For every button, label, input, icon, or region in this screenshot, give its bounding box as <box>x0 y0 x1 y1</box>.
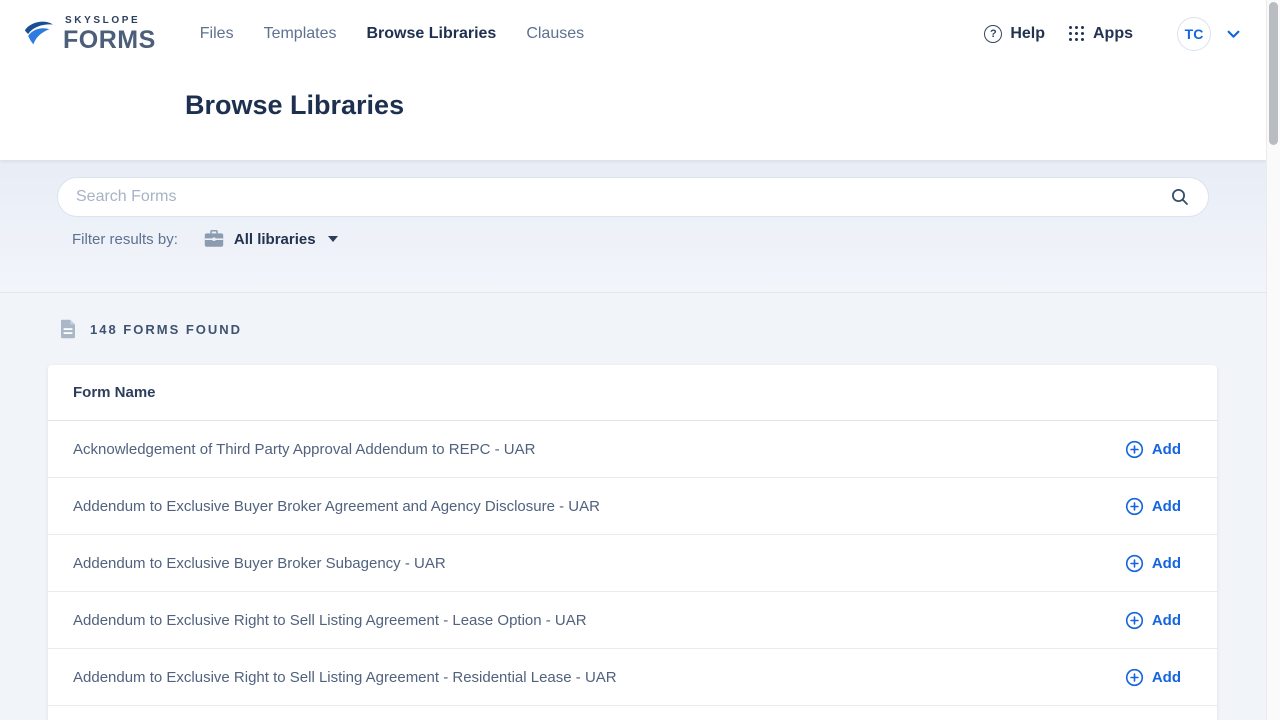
form-name: Addendum to Exclusive Buyer Broker Subag… <box>73 555 446 572</box>
results-area: 148 FORMS FOUND Form Name Acknowledgemen… <box>0 292 1266 720</box>
add-form-button[interactable]: Add <box>1125 440 1181 459</box>
form-name: Acknowledgement of Third Party Approval … <box>73 441 535 458</box>
header-actions: ? Help Apps TC <box>984 17 1240 51</box>
add-button-label: Add <box>1152 441 1181 458</box>
logo-forms-text: FORMS <box>63 28 156 53</box>
filter-row: Filter results by: All libraries <box>72 227 338 251</box>
nav-item-clauses[interactable]: Clauses <box>526 25 584 43</box>
column-header-form-name: Form Name <box>73 384 156 401</box>
app-header: SKYSLOPE FORMS Files Templates Browse Li… <box>0 0 1266 160</box>
add-button-label: Add <box>1152 669 1181 686</box>
results-count-label: 148 FORMS FOUND <box>90 322 242 337</box>
plus-circle-icon <box>1125 440 1144 459</box>
skyslope-forms-logo[interactable]: SKYSLOPE FORMS <box>22 16 156 53</box>
nav-item-templates[interactable]: Templates <box>264 25 337 43</box>
nav-item-browse-libraries[interactable]: Browse Libraries <box>366 25 496 43</box>
table-row: Acknowledgement of Third Party Approval … <box>48 421 1217 478</box>
plus-circle-icon <box>1125 611 1144 630</box>
add-form-button[interactable]: Add <box>1125 497 1181 516</box>
form-name: Addendum to Exclusive Right to Sell List… <box>73 669 617 686</box>
scrollbar-thumb[interactable] <box>1269 2 1278 145</box>
page-title: Browse Libraries <box>185 90 404 121</box>
plus-circle-icon <box>1125 668 1144 687</box>
library-filter-dropdown[interactable]: All libraries <box>204 230 338 248</box>
search-bar <box>57 177 1209 217</box>
add-form-button[interactable]: Add <box>1125 668 1181 687</box>
form-name: Addendum to Exclusive Right to Sell List… <box>73 612 587 629</box>
chevron-down-icon <box>1227 30 1240 39</box>
search-icon <box>1170 187 1190 207</box>
add-button-label: Add <box>1152 498 1181 515</box>
table-row: Addendum to Exclusive Buyer Broker Subag… <box>48 535 1217 592</box>
search-button[interactable] <box>1166 183 1194 211</box>
primary-nav: Files Templates Browse Libraries Clauses <box>200 25 584 43</box>
account-menu-chevron[interactable] <box>1227 30 1240 39</box>
apps-grid-icon <box>1069 26 1085 42</box>
filter-selected-value: All libraries <box>234 231 316 248</box>
apps-label: Apps <box>1093 25 1133 43</box>
table-row: Addendum to Exclusive Right to Sell List… <box>48 592 1217 649</box>
help-button[interactable]: ? Help <box>984 25 1045 43</box>
add-button-label: Add <box>1152 555 1181 572</box>
table-row-partial <box>48 706 1217 720</box>
add-button-label: Add <box>1152 612 1181 629</box>
briefcase-icon <box>204 230 224 248</box>
forms-table-card: Form Name Acknowledgement of Third Party… <box>48 365 1217 720</box>
search-filter-band: Filter results by: All libraries <box>0 160 1266 292</box>
top-navigation-bar: SKYSLOPE FORMS Files Templates Browse Li… <box>0 0 1266 68</box>
nav-item-files[interactable]: Files <box>200 25 234 43</box>
table-header-row: Form Name <box>48 365 1217 421</box>
form-name: Addendum to Exclusive Buyer Broker Agree… <box>73 498 600 515</box>
add-form-button[interactable]: Add <box>1125 611 1181 630</box>
logo-wordmark: SKYSLOPE FORMS <box>63 16 156 53</box>
app-window: SKYSLOPE FORMS Files Templates Browse Li… <box>0 0 1266 720</box>
caret-down-icon <box>328 236 338 242</box>
help-icon: ? <box>984 25 1002 43</box>
results-count-row: 148 FORMS FOUND <box>60 319 242 339</box>
apps-button[interactable]: Apps <box>1069 25 1133 43</box>
vertical-scrollbar <box>1266 0 1280 720</box>
help-label: Help <box>1010 25 1045 43</box>
table-row: Addendum to Exclusive Buyer Broker Agree… <box>48 478 1217 535</box>
filter-label: Filter results by: <box>72 231 178 248</box>
plus-circle-icon <box>1125 497 1144 516</box>
skyslope-swoosh-icon <box>22 18 56 50</box>
user-avatar[interactable]: TC <box>1177 17 1211 51</box>
logo-skyslope-text: SKYSLOPE <box>65 16 156 26</box>
document-icon <box>60 319 76 339</box>
plus-circle-icon <box>1125 554 1144 573</box>
search-input[interactable] <box>76 188 1166 206</box>
table-row: Addendum to Exclusive Right to Sell List… <box>48 649 1217 706</box>
add-form-button[interactable]: Add <box>1125 554 1181 573</box>
